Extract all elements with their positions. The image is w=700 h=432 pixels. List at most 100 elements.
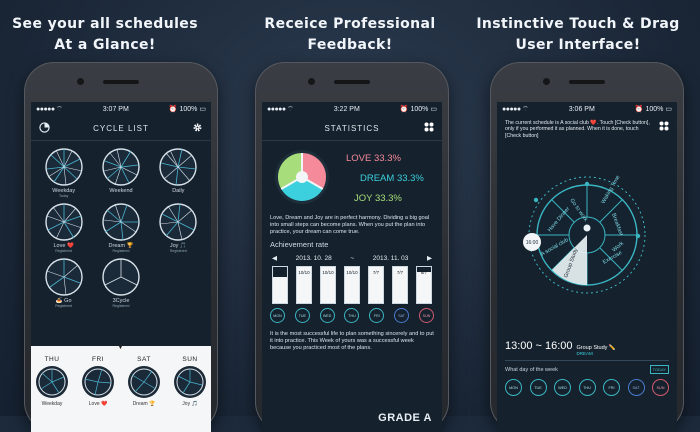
day-name: FRI bbox=[92, 356, 104, 363]
cycle-item[interactable]: 3Cycle Registered bbox=[92, 257, 149, 308]
gear-icon[interactable] bbox=[192, 122, 203, 133]
joy-ratio: JOY 33.3% bbox=[354, 193, 402, 204]
headline-line-1: See your all schedules bbox=[12, 16, 198, 32]
cycle-item[interactable]: Joy 🎵 Registered bbox=[150, 202, 207, 253]
day-row: THU Weekday FRI Love ❤️ SAT Dream 🏆 SUN Joy … bbox=[31, 346, 211, 407]
cycle-wheel-icon bbox=[102, 203, 140, 241]
day-wheel-icon bbox=[174, 366, 206, 398]
day-fri[interactable]: FRI Love ❤️ bbox=[79, 356, 117, 407]
cycle-item[interactable]: 🍝 Go Registered bbox=[35, 257, 92, 308]
screen: ●●●●● ⌔ 3:07 PM ⏰ 100% ▭ CYCLE LIST Week… bbox=[31, 102, 211, 432]
schedule-detail: 13:00 ~ 16:00 Group Study ✏️ DREAM What d… bbox=[497, 340, 677, 396]
status-time: 3:22 PM bbox=[333, 105, 360, 113]
weekday-toggle-sat[interactable]: SAT bbox=[627, 379, 645, 396]
cycle-item[interactable]: Daily bbox=[150, 147, 207, 198]
center-knob bbox=[583, 224, 591, 232]
battery-icon: ▭ bbox=[430, 106, 437, 113]
wifi-icon: ⌔ bbox=[522, 105, 529, 113]
cycle-sub: Registered bbox=[55, 304, 73, 308]
achievement-fraction: 7/7 bbox=[372, 270, 380, 275]
front-camera bbox=[77, 78, 84, 85]
battery-percent: 100% bbox=[410, 106, 429, 113]
battery-percent: 100% bbox=[645, 106, 664, 113]
weekday-wed: WED bbox=[319, 308, 335, 323]
nav-bar: STATISTICS bbox=[262, 116, 442, 141]
time-start: 13:00 bbox=[505, 340, 533, 352]
caret-down-icon[interactable]: ▼ bbox=[117, 344, 124, 351]
day-sun[interactable]: SUN Joy 🎵 bbox=[171, 356, 209, 407]
love-ratio: LOVE 33.3% bbox=[346, 153, 401, 164]
weekday-toggle-fri[interactable]: FRI bbox=[603, 379, 620, 396]
day-wheel-icon bbox=[36, 366, 68, 398]
day-name: THU bbox=[44, 356, 60, 363]
feedback-text: It is the most successful life to plan s… bbox=[270, 331, 434, 351]
range-sep: ~ bbox=[350, 254, 355, 262]
achievement-bar-fill bbox=[417, 272, 431, 303]
day-thu[interactable]: THU Weekday bbox=[33, 356, 71, 407]
weekday-toggle-thu[interactable]: THU bbox=[578, 379, 596, 396]
achievement-bar: 7/7 bbox=[392, 266, 408, 304]
weekday-toggle-wed[interactable]: WED bbox=[554, 379, 571, 396]
achievement-bar: 10/10 bbox=[320, 266, 336, 304]
cycle-sub: Registered bbox=[55, 249, 73, 253]
cycle-item[interactable]: Weekend bbox=[92, 147, 149, 198]
nav-bar: CYCLE LIST bbox=[31, 116, 211, 141]
achievement-fraction: 8/11 bbox=[275, 270, 285, 275]
wifi-icon: ⌔ bbox=[56, 105, 63, 113]
question-text: What day of the week bbox=[505, 366, 558, 373]
cycle-sub: Registered bbox=[112, 304, 130, 308]
status-bar: ●●●●● ⌔ 3:22 PM ⏰ 100% ▭ bbox=[262, 102, 442, 116]
weekday-toggle-sun[interactable]: SUN bbox=[652, 379, 669, 396]
front-camera bbox=[308, 78, 315, 85]
grade-label: GRADE A bbox=[378, 412, 432, 424]
status-bar: ●●●●● ⌔ 3:07 PM ⏰ 100% ▭ bbox=[31, 102, 211, 116]
cycle-sub: Today bbox=[58, 194, 69, 198]
achievement-fraction: 10/10 bbox=[298, 270, 310, 275]
cycle-wheel-icon bbox=[102, 258, 140, 296]
weekday-toggle-mon[interactable]: MON bbox=[505, 379, 522, 396]
cycle-sub: Registered bbox=[112, 249, 130, 253]
range-start: 2013. 10. 28 bbox=[295, 254, 332, 262]
cycle-item[interactable]: Dream 🏆 Registered bbox=[92, 202, 149, 253]
day-sat[interactable]: SAT Dream 🏆 bbox=[125, 356, 163, 407]
stats-pie-icon[interactable] bbox=[39, 122, 50, 133]
schedule-wheel[interactable]: Waking Time Go to work Breakfast Have Di… bbox=[512, 160, 662, 310]
day-wheel-icon bbox=[128, 366, 160, 398]
grid-icon[interactable] bbox=[424, 122, 434, 132]
alarm-icon: ⏰ bbox=[399, 106, 409, 113]
schedule-note: The current schedule is A social club ❤️… bbox=[497, 116, 677, 139]
achievement-bar: 7/7 bbox=[368, 266, 384, 304]
day-label: Love ❤️ bbox=[88, 401, 108, 407]
prev-week-button[interactable]: ◀ bbox=[272, 254, 277, 262]
speaker bbox=[103, 80, 139, 84]
achievement-bar: 10/10 bbox=[344, 266, 360, 304]
cycle-wheel-icon bbox=[159, 203, 198, 241]
page-title: STATISTICS bbox=[324, 123, 380, 133]
achievement-title: Achievement rate bbox=[270, 240, 329, 249]
achievement-fraction: 10/10 bbox=[322, 270, 334, 275]
weekday-toggle-tue[interactable]: TUE bbox=[529, 379, 547, 396]
page-title: CYCLE LIST bbox=[93, 123, 149, 133]
day-name: SUN bbox=[182, 356, 198, 363]
ratio-pie bbox=[275, 150, 329, 204]
cycle-grid: Weekday Today Weekend Daily Love ❤️ Regist… bbox=[31, 141, 211, 308]
achievement-fraction: 7/7 bbox=[396, 270, 404, 275]
screen: ●●●●● ⌔ 3:22 PM ⏰ 100% ▭ STATISTICS LOVE… bbox=[262, 102, 442, 432]
summary-text: Love, Dream and Joy are in perfect harmo… bbox=[270, 215, 430, 235]
next-week-button[interactable]: ▶ bbox=[427, 254, 432, 262]
speaker bbox=[569, 80, 605, 84]
weekday-tue: TUE bbox=[294, 308, 310, 323]
front-camera bbox=[543, 78, 550, 85]
day-wheel-icon bbox=[82, 366, 114, 398]
speaker bbox=[334, 80, 370, 84]
weekday-row: MON TUE WED THU FRI SAT SUN bbox=[262, 304, 442, 323]
weekday-mon: MON bbox=[270, 308, 285, 323]
weekday-sun: SUN bbox=[418, 308, 434, 323]
grid-icon[interactable] bbox=[659, 121, 669, 131]
cycle-item[interactable]: Love ❤️ Registered bbox=[35, 202, 92, 253]
phone-cycle-list: ●●●●● ⌔ 3:07 PM ⏰ 100% ▭ CYCLE LIST Week… bbox=[24, 62, 218, 432]
cycle-item[interactable]: Weekday Today bbox=[35, 147, 92, 198]
headline-line-2: Feedback! bbox=[307, 37, 393, 53]
today-button[interactable]: TODAY bbox=[649, 365, 669, 374]
battery-percent: 100% bbox=[179, 106, 198, 113]
